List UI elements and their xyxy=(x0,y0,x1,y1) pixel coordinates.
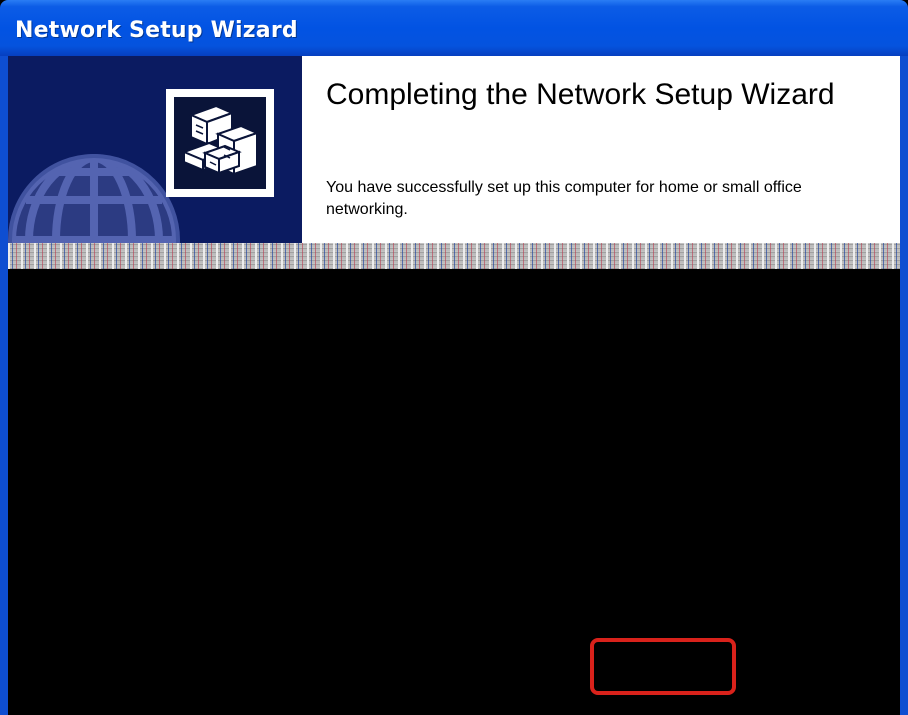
highlight-box xyxy=(590,638,736,695)
window-frame-right xyxy=(900,56,908,715)
window-title: Network Setup Wizard xyxy=(15,18,298,43)
window-frame-left xyxy=(0,56,8,715)
network-icon-frame xyxy=(166,89,274,197)
corrupted-image-strip xyxy=(8,243,900,269)
network-computers-icon xyxy=(174,97,266,189)
wizard-success-message: You have successfully set up this comput… xyxy=(326,179,802,218)
wizard-banner xyxy=(8,56,302,243)
title-bar[interactable]: Network Setup Wizard xyxy=(0,0,908,56)
wizard-message-panel: Completing the Network Setup Wizard You … xyxy=(302,56,900,243)
network-setup-wizard-window: Network Setup Wizard Completing the Netw… xyxy=(0,0,908,715)
redacted-area xyxy=(8,269,900,715)
wizard-content: Completing the Network Setup Wizard You … xyxy=(8,56,900,715)
wizard-heading: Completing the Network Setup Wizard xyxy=(326,78,835,111)
